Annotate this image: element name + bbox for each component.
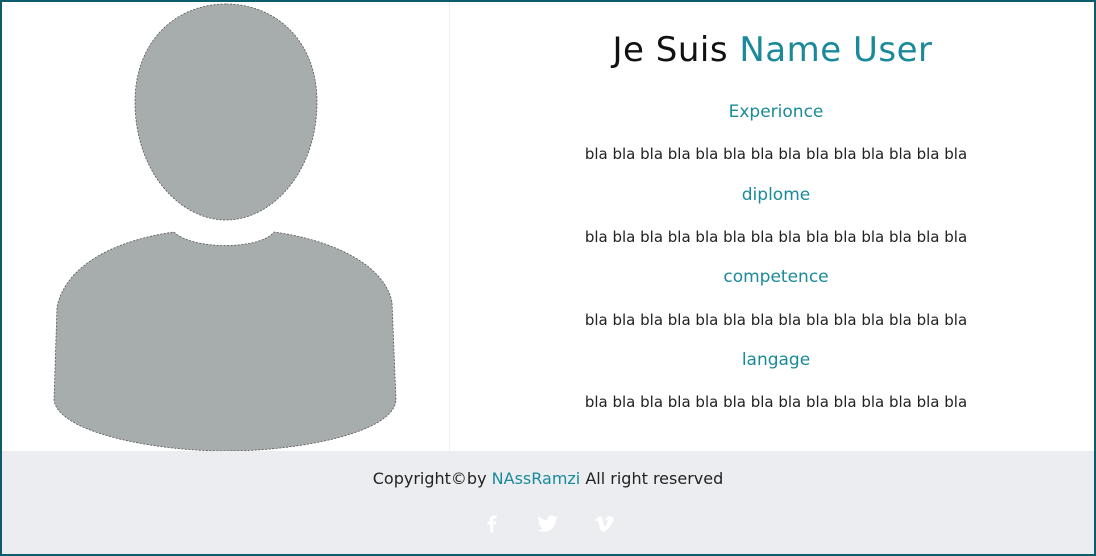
vimeo-link[interactable]	[591, 513, 617, 535]
profile-info: Je Suis Name User Experionce bla bla bla…	[451, 2, 1094, 451]
avatar-panel	[2, 2, 450, 451]
profile-main: Je Suis Name User Experionce bla bla bla…	[2, 2, 1094, 451]
copyright-text: Copyright©by NAssRamzi All right reserve…	[2, 469, 1094, 488]
section-text-diplome: bla bla bla bla bla bla bla bla bla bla …	[584, 228, 968, 246]
twitter-icon	[537, 515, 558, 532]
footer: Copyright©by NAssRamzi All right reserve…	[2, 451, 1094, 554]
section-text-experience: bla bla bla bla bla bla bla bla bla bla …	[584, 145, 968, 163]
section-text-competence: bla bla bla bla bla bla bla bla bla bla …	[584, 311, 968, 329]
section-heading-competence: competence	[723, 267, 829, 287]
section-heading-experience: Experionce	[728, 102, 824, 122]
user-avatar-icon	[53, 3, 397, 451]
social-links	[2, 513, 1094, 535]
copyright-prefix: Copyright©by	[372, 469, 487, 488]
section-heading-diplome: diplome	[741, 185, 811, 205]
page-title: Je Suis Name User	[451, 30, 1094, 70]
facebook-link[interactable]	[479, 513, 505, 535]
author-link[interactable]: NAssRamzi	[492, 469, 581, 488]
section-heading-langage: langage	[741, 350, 811, 370]
avatar-head	[134, 3, 318, 221]
vimeo-icon	[594, 516, 614, 532]
title-user-name: Name User	[739, 30, 933, 70]
title-prefix: Je Suis	[612, 30, 729, 70]
avatar-body	[53, 231, 397, 451]
facebook-icon	[487, 515, 497, 533]
section-text-langage: bla bla bla bla bla bla bla bla bla bla …	[584, 393, 968, 411]
copyright-suffix: All right reserved	[585, 469, 724, 488]
twitter-link[interactable]	[535, 513, 561, 535]
